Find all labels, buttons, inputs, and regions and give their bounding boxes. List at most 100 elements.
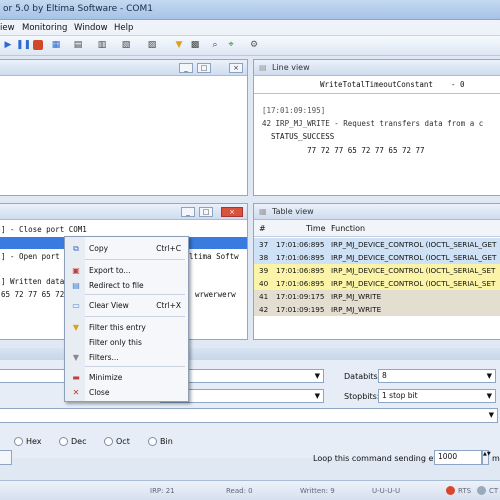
menu-item-label: Close [89,388,110,397]
table-row[interactable]: 38 17:01:06:895 IRP_MJ_DEVICE_CONTROL (IOC… [254,251,500,264]
menu-separator [85,294,185,295]
databits-combo[interactable]: 8 ▼ [378,369,496,383]
filter-icon: ▼ [72,323,80,332]
menu-item-filters[interactable]: ▼ Filters... [67,351,187,365]
minimize-button[interactable]: _ [181,207,195,217]
pause-icon[interactable]: ❚❚ [16,39,31,51]
menu-item-label: Copy [89,244,109,253]
menu-item-filter-this-entry[interactable]: ▼ Filter this entry [67,321,187,335]
close-button[interactable]: × [221,207,243,217]
row-function: IRP_MJ_DEVICE_CONTROL (IOCTL_SERIAL_GET [331,240,497,249]
export-icon: ▣ [72,266,80,275]
hex-radio[interactable] [14,437,23,446]
table-row[interactable]: 39 17:01:06:895 IRP_MJ_DEVICE_CONTROL (IOC… [254,264,500,277]
column-function[interactable]: Function [331,224,365,233]
context-menu: ⧉ Copy Ctrl+C ▣ Export to... ▤ Redirect to fil… [64,236,189,402]
pane-title: Line view [272,63,310,72]
redirect-icon: ▤ [72,281,80,290]
copy-icon: ⧉ [73,244,79,253]
start-icon[interactable]: ▶ [2,39,14,51]
row-time: 17:01:06:895 [276,266,325,275]
log-line: WriteTotalTimeoutConstant - 0 [320,80,465,89]
table-row[interactable]: 42 17:01:09:195 IRP_MJ_WRITE [254,303,500,316]
row-num: 37 [259,240,269,249]
table-row[interactable]: 40 17:01:06:895 IRP_MJ_DEVICE_CONTROL (IOC… [254,277,500,290]
command-combo[interactable]: ▼ [0,408,498,423]
panel-icon[interactable]: ▨ [146,39,158,51]
line-state: U-U-U-U [372,487,401,495]
oct-radio[interactable] [104,437,113,446]
loop-interval-input[interactable]: 1000 [434,450,482,465]
filter-only-icon [71,338,81,348]
dropdown-arrow-icon: ▼ [486,392,492,400]
close-button[interactable]: × [229,63,243,73]
menu-item-export-to[interactable]: ▣ Export to... [67,264,187,278]
session-icon[interactable]: ▦ [50,39,62,51]
layout-icon[interactable]: ▥ [96,39,108,51]
column-num[interactable]: # [259,224,266,233]
menu-item-close[interactable]: ✕ Close [67,386,187,400]
log-line: wrwerwerw [195,290,236,299]
status-bar: IRP: 21 Read: 0 Written: 9 U-U-U-U RTS C… [0,480,500,500]
menu-item-redirect-to-file[interactable]: ▤ Redirect to file [67,279,187,293]
close-icon: ✕ [72,388,80,397]
oct-label: Oct [116,437,130,446]
menu-separator [85,259,185,260]
spin-icon[interactable]: ▲▼ [482,450,491,465]
send-button[interactable] [0,450,12,465]
log-line: ] - Open port [1,252,60,261]
row-function: IRP_MJ_WRITE [331,305,382,314]
find-next-icon[interactable]: ⌖ [225,39,237,51]
menu-separator [85,366,185,367]
databits-label: Databits: [344,372,381,381]
window-title: or 5.0 by Eltima Software - COM1 [3,4,154,14]
menu-item-label: Filter only this [89,338,142,347]
stopbits-combo[interactable]: 1 stop bit ▼ [378,389,496,403]
row-function: IRP_MJ_DEVICE_CONTROL (IOCTL_SERIAL_SET [331,266,496,275]
grid-icon[interactable]: ▤ [72,39,84,51]
pane-header: _ □ × [0,204,247,220]
menu-item-label: Clear View [89,301,129,310]
row-num: 39 [259,266,269,275]
log-line: 42 IRP_MJ_WRITE - Request transfers data… [262,119,484,128]
row-num: 38 [259,253,269,262]
dropdown-arrow-icon: ▼ [314,392,320,400]
log-line: ] - Close port COM1 [1,225,87,234]
filter-icon[interactable]: ▼ [173,39,185,51]
window-icon[interactable]: ▧ [120,39,132,51]
stop-icon[interactable] [33,40,43,50]
log-line: [17:01:09:195] [262,106,326,115]
column-time[interactable]: Time [306,224,326,233]
filters-icon: ▼ [72,353,80,362]
row-function: IRP_MJ_DEVICE_CONTROL (IOCTL_SERIAL_GET [331,253,497,262]
loop-label: Loop this command sending every [313,454,452,463]
menu-item-shortcut: Ctrl+X [156,301,181,310]
table-row[interactable]: 41 17:01:09:175 IRP_MJ_WRITE [254,290,500,303]
search-icon[interactable]: ⌕ [209,39,221,51]
config-icon[interactable]: ▩ [189,39,201,51]
bin-radio[interactable] [148,437,157,446]
rts-led-icon [446,486,455,495]
table-row[interactable]: 37 17:01:06:895 IRP_MJ_DEVICE_CONTROL (IOC… [254,238,500,251]
written-count: Written: 9 [300,487,335,495]
row-num: 41 [259,292,269,301]
row-time: 17:01:06:895 [276,279,325,288]
menu-item-filter-only-this[interactable]: Filter only this [67,336,187,350]
restore-button[interactable]: □ [197,63,211,73]
menu-view[interactable]: iew [0,23,15,33]
menu-item-clear-view[interactable]: ▭ Clear View Ctrl+X [67,299,187,313]
restore-button[interactable]: □ [199,207,213,217]
minimize-button[interactable]: _ [179,63,193,73]
stopbits-label: Stopbits: [344,392,380,401]
rts-label: RTS [458,487,472,495]
menu-item-minimize[interactable]: ▬ Minimize [67,371,187,385]
menu-window[interactable]: Window [74,23,108,33]
log-line: STATUS_SUCCESS [262,132,335,141]
menu-item-copy[interactable]: ⧉ Copy Ctrl+C [67,242,187,256]
menu-monitoring[interactable]: Monitoring [22,23,67,33]
menu-help[interactable]: Help [114,23,133,33]
settings-icon[interactable]: ⚙ [248,39,260,51]
dec-radio[interactable] [59,437,68,446]
pane-header: ▦ Table view [254,204,500,220]
table-view-pane: ▦ Table view # Time Function 37 17:01:06:… [253,203,500,340]
